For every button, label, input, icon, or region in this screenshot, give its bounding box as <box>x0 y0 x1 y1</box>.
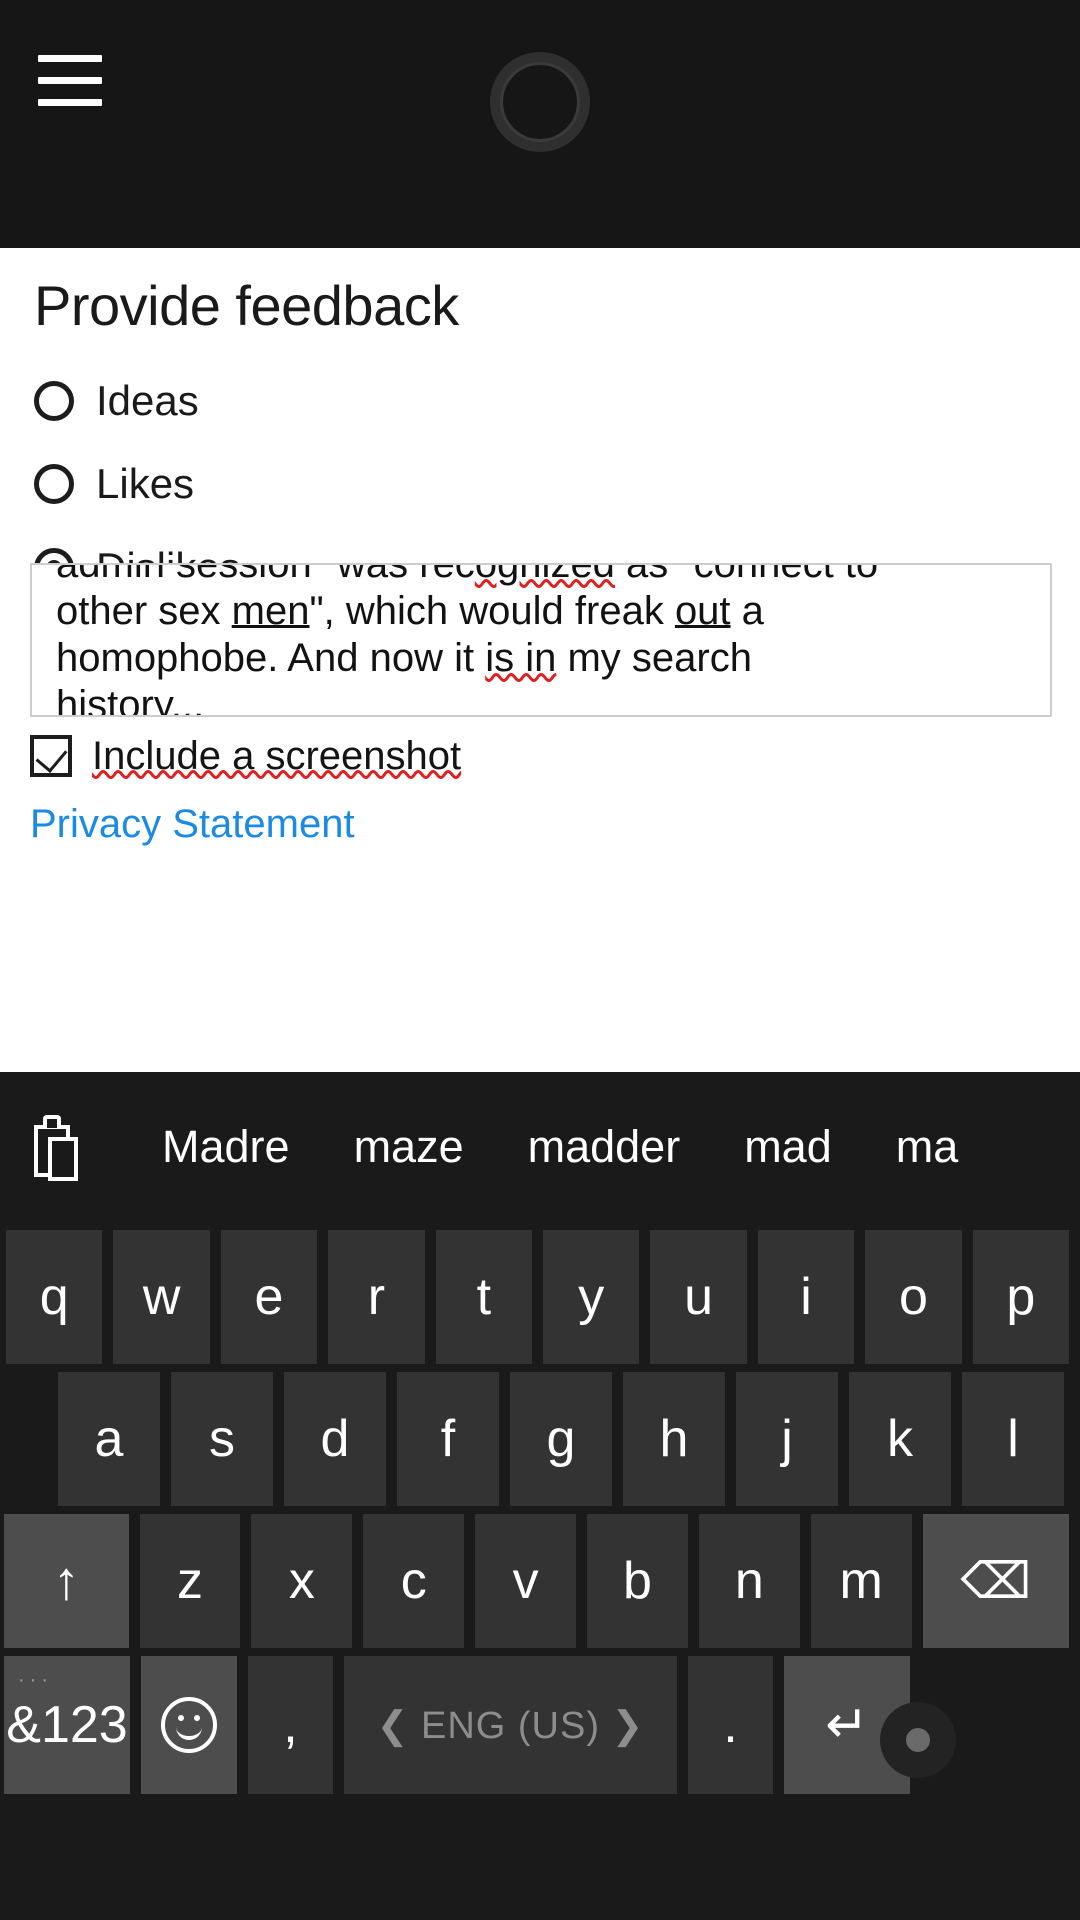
text-segment: admin session" was rec <box>56 563 475 586</box>
key-t[interactable]: t <box>435 1230 533 1364</box>
suggestion-item[interactable]: Madre <box>130 1124 322 1169</box>
text-segment: a <box>730 589 764 633</box>
misspelled-word: history... <box>56 683 205 717</box>
key-s[interactable]: s <box>171 1372 273 1506</box>
shift-up-arrow-icon: ↑ <box>52 1551 80 1611</box>
underlined-word: men <box>231 589 310 633</box>
radio-mark-likes[interactable] <box>34 464 74 504</box>
key-w[interactable]: w <box>113 1230 210 1364</box>
on-screen-keyboard: Madre maze madder mad ma q w e r t y u i… <box>0 1072 1080 1920</box>
keyboard-row-3: ↑ z x c v b n m ⌫ <box>0 1514 1080 1648</box>
hamburger-bar <box>38 55 102 62</box>
suggestion-item[interactable]: maze <box>322 1124 496 1169</box>
clipboard-icon[interactable] <box>34 1115 84 1181</box>
feedback-textarea-value: admin session" was recognized as "connec… <box>56 563 1026 717</box>
key-j[interactable]: j <box>736 1372 838 1506</box>
key-f[interactable]: f <box>397 1372 499 1506</box>
keyboard-row-1: q w e r t y u i o p <box>0 1230 1080 1364</box>
radio-option-likes[interactable]: Likes <box>34 456 194 512</box>
smiley-eye-right <box>194 1715 200 1721</box>
key-y[interactable]: y <box>543 1230 640 1364</box>
include-screenshot-label: Include a screenshot <box>92 734 462 778</box>
enter-arrow-icon: ↵ <box>825 1696 869 1754</box>
suggestion-item[interactable]: mad <box>712 1124 864 1169</box>
key-c[interactable]: c <box>363 1514 465 1648</box>
text-segment: as "connect to <box>614 563 879 586</box>
emoji-key[interactable] <box>141 1656 237 1794</box>
key-x[interactable]: x <box>251 1514 353 1648</box>
key-comma[interactable]: , <box>248 1656 333 1794</box>
touch-pointer-dot <box>906 1728 930 1752</box>
hamburger-bar <box>38 99 102 106</box>
include-screenshot-checkbox-row[interactable]: Include a screenshot <box>30 735 461 777</box>
underlined-word: out <box>674 589 731 633</box>
emoji-smiley-icon <box>161 1697 217 1753</box>
check-icon <box>35 740 68 773</box>
key-z[interactable]: z <box>139 1514 241 1648</box>
misspelled-word: is in <box>485 636 557 680</box>
shift-key[interactable]: ↑ <box>4 1514 129 1648</box>
keyboard-row-2: a s d f g h j k l <box>0 1372 1080 1506</box>
smiley-eye-left <box>178 1715 184 1721</box>
include-screenshot-checkbox[interactable] <box>30 735 72 777</box>
hamburger-bar <box>38 77 102 84</box>
key-v[interactable]: v <box>475 1514 577 1648</box>
text-segment: my search <box>556 636 752 680</box>
key-q[interactable]: q <box>6 1230 103 1364</box>
misspelled-word: ognized <box>474 563 615 586</box>
suggestion-item[interactable]: ma <box>864 1124 991 1169</box>
page-title: Provide feedback <box>34 274 459 337</box>
key-l[interactable]: l <box>962 1372 1064 1506</box>
key-o[interactable]: o <box>865 1230 962 1364</box>
backspace-key[interactable]: ⌫ <box>922 1514 1069 1648</box>
space-key[interactable]: ❮ ENG (US) ❯ <box>344 1656 677 1794</box>
key-n[interactable]: n <box>698 1514 800 1648</box>
text-segment: other sex <box>56 589 232 633</box>
touch-pointer-indicator <box>880 1702 956 1778</box>
clipboard-clip <box>43 1115 61 1128</box>
privacy-statement-link[interactable]: Privacy Statement <box>30 804 355 844</box>
more-options-dots-icon: ··· <box>18 1669 53 1691</box>
key-period[interactable]: . <box>688 1656 773 1794</box>
key-m[interactable]: m <box>810 1514 912 1648</box>
clipboard-page <box>48 1137 78 1181</box>
suggestion-item[interactable]: madder <box>496 1124 713 1169</box>
symbols-key[interactable]: ··· &123 <box>4 1656 130 1794</box>
radio-mark-ideas[interactable] <box>34 381 74 421</box>
backspace-icon: ⌫ <box>960 1553 1032 1609</box>
key-p[interactable]: p <box>972 1230 1070 1364</box>
key-u[interactable]: u <box>650 1230 747 1364</box>
key-d[interactable]: d <box>284 1372 386 1506</box>
radio-label-likes: Likes <box>96 460 195 507</box>
cortana-ring-icon[interactable] <box>490 52 590 152</box>
text-segment: ", which would freak <box>309 589 675 633</box>
hamburger-menu-icon[interactable] <box>38 55 102 106</box>
key-k[interactable]: k <box>849 1372 951 1506</box>
smiley-mouth <box>176 1722 202 1740</box>
symbols-key-label: &123 <box>6 1696 128 1754</box>
key-r[interactable]: r <box>328 1230 425 1364</box>
cortana-header <box>0 0 1080 248</box>
key-h[interactable]: h <box>623 1372 725 1506</box>
radio-option-ideas[interactable]: Ideas <box>34 373 199 429</box>
key-g[interactable]: g <box>510 1372 612 1506</box>
key-i[interactable]: i <box>757 1230 855 1364</box>
key-e[interactable]: e <box>220 1230 318 1364</box>
suggestion-bar: Madre maze madder mad ma <box>0 1072 1080 1220</box>
text-segment: homophobe. And now it <box>56 636 486 680</box>
key-b[interactable]: b <box>587 1514 688 1648</box>
key-a[interactable]: a <box>58 1372 160 1506</box>
provide-feedback-panel: Provide feedback Ideas Likes Dislikes ad… <box>0 248 1080 1072</box>
radio-label-ideas: Ideas <box>96 377 199 424</box>
feedback-textarea[interactable]: admin session" was recognized as "connec… <box>30 563 1052 717</box>
